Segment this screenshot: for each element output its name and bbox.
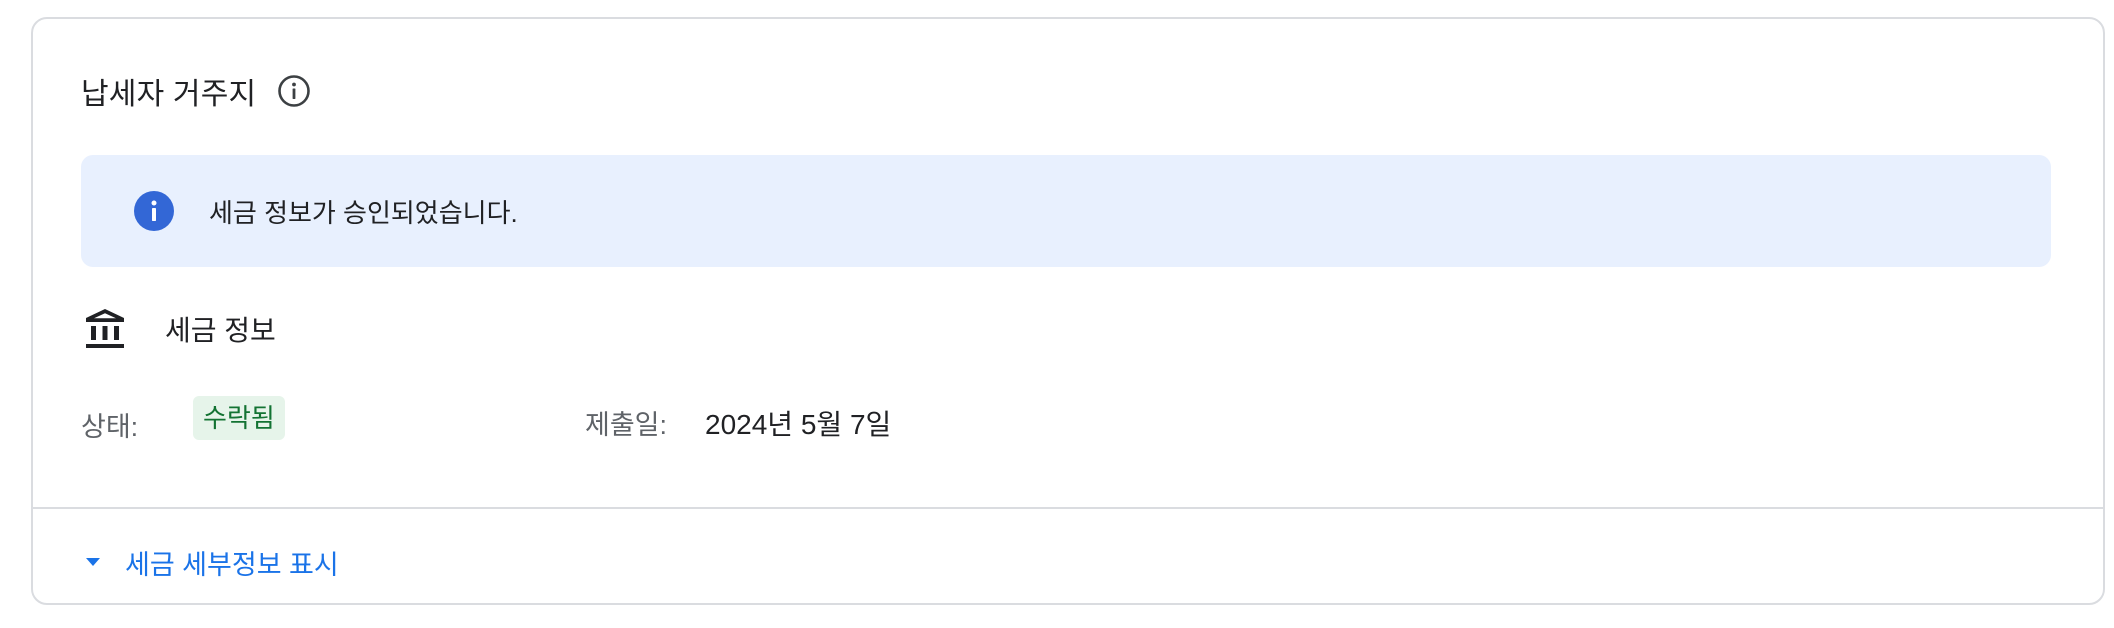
banner-message: 세금 정보가 승인되었습니다. [209,197,518,228]
card-header: 납세자 거주지 [81,69,312,113]
card-title: 납세자 거주지 [81,78,257,111]
approval-banner: 세금 정보가 승인되었습니다. [81,155,2051,267]
submitted-date-value: 2024년 5월 7일 [705,409,892,440]
tax-residency-card: 납세자 거주지 세금 정보가 승인되었습니다. 세금 정보 상태: 수락됨 제출… [31,17,2105,605]
card-divider [33,507,2103,509]
status-label: 상태: [81,412,139,442]
status-row: 상태: 수락됨 제출일: 2024년 5월 7일 [81,395,1281,443]
submitted-date-label: 제출일: [585,410,668,440]
show-tax-details-label: 세금 세부정보 표시 [125,549,339,580]
bank-icon [83,307,127,351]
tax-info-title: 세금 정보 [165,315,276,346]
info-filled-icon [133,190,175,232]
info-outline-icon[interactable] [276,73,312,109]
caret-down-icon [81,550,105,574]
show-tax-details-button[interactable]: 세금 세부정보 표시 [81,537,339,587]
tax-info-header: 세금 정보 [83,307,276,351]
status-badge: 수락됨 [193,396,285,440]
